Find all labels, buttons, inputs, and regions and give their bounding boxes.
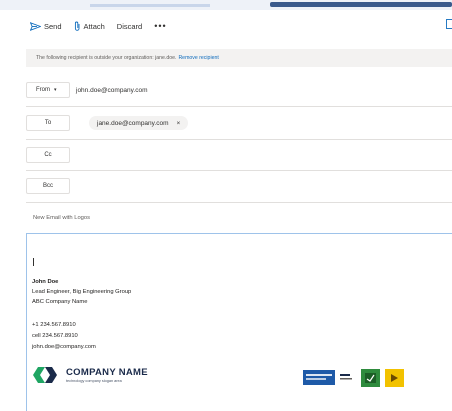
from-row: From ▾ john.doe@company.com [26,82,452,98]
remove-recipient-link[interactable]: Remove recipient [178,55,218,61]
cc-label: Cc [44,152,52,158]
compose-toolbar: Send Attach Discard ••• [0,10,452,42]
divider [26,202,452,203]
remove-recipient-icon[interactable]: × [177,120,181,127]
to-button[interactable]: To [26,115,70,131]
popout-icon[interactable] [446,19,452,31]
banner-text: The following recipient is outside your … [36,55,177,61]
signature-cell: cell 234.567.8910 [32,333,78,339]
from-button[interactable]: From ▾ [26,82,70,98]
attach-button[interactable]: Attach [74,21,105,31]
divider [26,106,452,107]
bcc-button[interactable]: Bcc [26,178,70,194]
signature-title: Lead Engineer, Big Engineering Group [32,289,132,295]
window-top-strip [0,0,452,10]
company-logo-tagline: technology company slogan area [66,379,122,383]
external-recipient-banner: The following recipient is outside your … [26,49,452,67]
signature-name: John Doe [32,279,59,285]
bcc-row: Bcc [26,178,452,194]
to-row: To jane.doe@company.com × [26,115,452,131]
signature-company: ABC Company Name [32,299,88,305]
subject-field[interactable]: New Email with Logos [33,215,90,221]
signature-phone: +1 234.567.8910 [32,322,76,328]
discard-button[interactable]: Discard [117,22,142,31]
top-strip-decoration [90,4,210,7]
more-options-icon: ••• [154,21,167,31]
company-logo-name: COMPANY NAME [66,367,148,378]
text-caret [33,258,34,266]
recipient-chip[interactable]: jane.doe@company.com × [89,116,189,130]
company-logo-icon [33,367,57,383]
recipient-address: jane.doe@company.com [97,119,169,127]
discard-label: Discard [116,21,143,31]
cc-row: Cc [26,147,452,163]
more-options-button[interactable]: ••• [154,21,166,31]
divider [26,170,452,171]
signature-email: john.doe@company.com [32,344,96,350]
paperclip-icon [74,21,79,31]
to-label: To [44,120,52,126]
send-icon [30,21,41,31]
from-address: john.doe@company.com [76,86,148,94]
partner-badge-blue [303,370,335,390]
partner-badge-green [361,369,380,392]
send-button[interactable]: Send [30,22,62,31]
partner-badge-yellow [385,369,404,392]
divider [26,139,452,140]
bcc-label: Bcc [42,183,53,189]
top-strip-band [270,2,452,7]
company-logo: COMPANY NAME technology company slogan a… [30,366,148,384]
chevron-down-icon: ▾ [54,87,57,93]
cc-button[interactable]: Cc [26,147,70,163]
partner-badge-white [338,370,356,390]
from-label: From [36,87,50,93]
send-label: Send [44,21,62,31]
attach-label: Attach [83,21,105,31]
